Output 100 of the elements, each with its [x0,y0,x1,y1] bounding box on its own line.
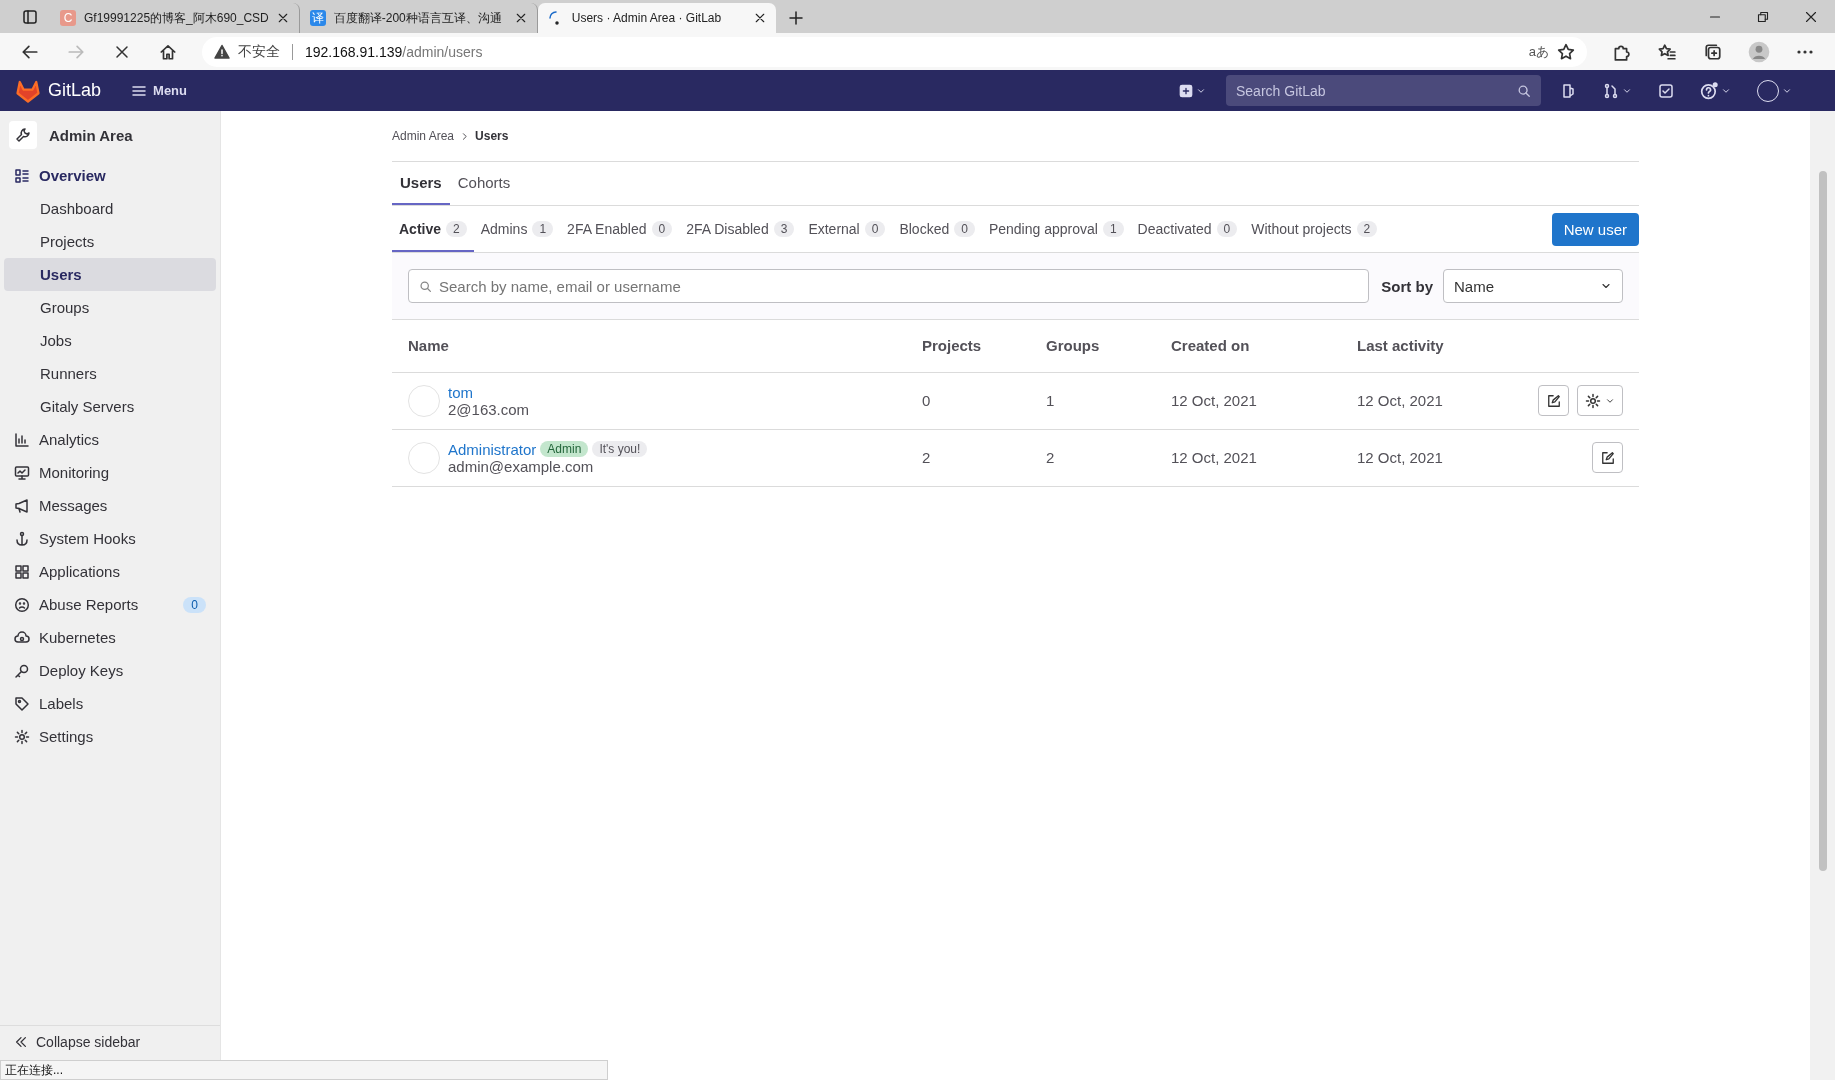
filter-tab[interactable]: 2FA Disabled 3 [679,206,802,252]
monitor-icon [14,464,30,481]
url-text: 192.168.91.139/admin/users [305,43,483,60]
breadcrumb-link[interactable]: Users [475,129,509,143]
sidebar-item[interactable]: Jobs [4,324,216,357]
collapse-sidebar-button[interactable]: Collapse sidebar [0,1025,220,1058]
more-icon [1797,49,1813,54]
filter-tab[interactable]: External 0 [801,206,893,252]
merge-request-icon [1603,82,1619,99]
filter-tab[interactable]: Active 2 [392,206,474,252]
sidebar-item[interactable]: Dashboard [4,192,216,225]
user-name-link[interactable]: tom [448,383,473,401]
site-icon: C [60,10,76,26]
filter-tab[interactable]: Blocked 0 [892,206,982,252]
close-icon [514,12,527,24]
user-badge: It's you! [592,441,648,457]
brand-name[interactable]: GitLab [48,80,102,101]
table-cell: 0 [906,372,1030,429]
menu-button[interactable]: Menu [125,81,193,100]
sidebar-item[interactable]: Runners [4,357,216,390]
translate-button[interactable]: aあ [1528,42,1549,61]
plus-icon [787,10,804,26]
scrollbar-thumb[interactable] [1818,171,1827,871]
sort-dropdown[interactable]: Name [1443,269,1623,303]
filter-tab[interactable]: Without projects 2 [1244,206,1385,252]
filter-tab[interactable]: Pending approval 1 [981,206,1131,252]
tag-icon [14,695,30,712]
sidebar-item[interactable]: Messages [4,489,216,522]
sidebar-item[interactable]: Abuse Reports 0 [4,588,216,621]
favorites-icon [1658,42,1676,61]
fox-logo-icon [16,78,40,103]
security-warning: 不安全 [238,42,280,61]
search-field[interactable]: Search by name, email or username [408,269,1370,303]
sidebar-item[interactable]: Settings [4,720,216,753]
tab[interactable]: Cohorts [449,162,519,205]
user-name-link[interactable]: Administrator [448,440,537,458]
sidebar-item[interactable]: Analytics [4,423,216,456]
tab-actions-icon [22,8,38,25]
sidebar-item[interactable]: System Hooks [4,522,216,555]
column-header: Created on [1155,320,1341,372]
sidebar-item[interactable]: Projects [4,225,216,258]
filter-tab[interactable]: Admins 1 [473,206,561,252]
tab[interactable]: Users [392,162,450,205]
status-text: 正在连接... [0,1060,608,1080]
edit-button[interactable] [1538,385,1569,416]
table-cell: 12 Oct, 2021 [1341,429,1492,486]
plus-square-icon [1179,83,1193,98]
bar-chart-icon [14,431,30,448]
megaphone-icon [14,497,30,514]
key-icon [14,662,30,679]
frown-icon [14,596,30,613]
column-header: Name [392,320,906,372]
sidebar-item[interactable]: Kubernetes [4,621,216,654]
breadcrumb-link[interactable]: Admin Area [392,129,455,143]
close-icon [1805,10,1817,23]
sidebar-item[interactable]: Deploy Keys [4,654,216,687]
grid-icon [14,563,30,580]
table-cell: 1 [1030,372,1155,429]
edit-button[interactable] [1592,442,1623,473]
chevron-right-icon [460,131,470,141]
user-email: 2@163.com [448,400,530,418]
edit-icon [1546,393,1561,408]
sidebar-item[interactable]: Groups [4,291,216,324]
count-badge: 0 [183,596,206,613]
sort-label: Sort by [1381,277,1433,295]
search-icon [419,280,432,293]
browser-tab[interactable]: Users · Admin Area · GitLab [537,3,776,33]
column-header: Groups [1030,320,1155,372]
address-bar[interactable]: 不安全 192.168.91.139/admin/users aあ [202,36,1587,67]
sidebar-item[interactable]: Applications [4,555,216,588]
restore-icon [1757,10,1769,23]
filter-tab[interactable]: Deactivated 0 [1130,206,1245,252]
sidebar-item[interactable]: Overview [4,159,216,192]
search-field[interactable]: Search GitLab [1226,75,1541,106]
gear-icon [1585,392,1601,409]
sidebar-item[interactable]: Labels [4,687,216,720]
sidebar-item[interactable]: Users [4,258,216,291]
settings-dropdown[interactable] [1577,385,1623,416]
issues-icon [1561,82,1577,99]
favorite-star-icon [1557,42,1575,61]
new-user-button[interactable]: New user [1551,212,1639,246]
close-icon [753,12,766,24]
checkbox-icon [1658,82,1674,99]
column-header: Projects [906,320,1030,372]
anchor-icon [14,530,30,547]
gear-icon [14,728,30,745]
filter-tab[interactable]: 2FA Enabled 0 [560,206,680,252]
edit-icon [1600,450,1615,465]
user-email: admin@example.com [448,457,595,475]
table-cell: 2 [1030,429,1155,486]
sidebar-item[interactable]: Monitoring [4,456,216,489]
cloud-icon [14,629,30,646]
stop-icon [114,43,130,60]
table-cell: 12 Oct, 2021 [1341,372,1492,429]
table-cell: 12 Oct, 2021 [1155,429,1341,486]
home-icon [159,42,177,61]
collections-icon [1704,42,1722,61]
column-header: Last activity [1341,320,1492,372]
sidebar-item[interactable]: Gitaly Servers [4,390,216,423]
list-icon [14,167,30,184]
